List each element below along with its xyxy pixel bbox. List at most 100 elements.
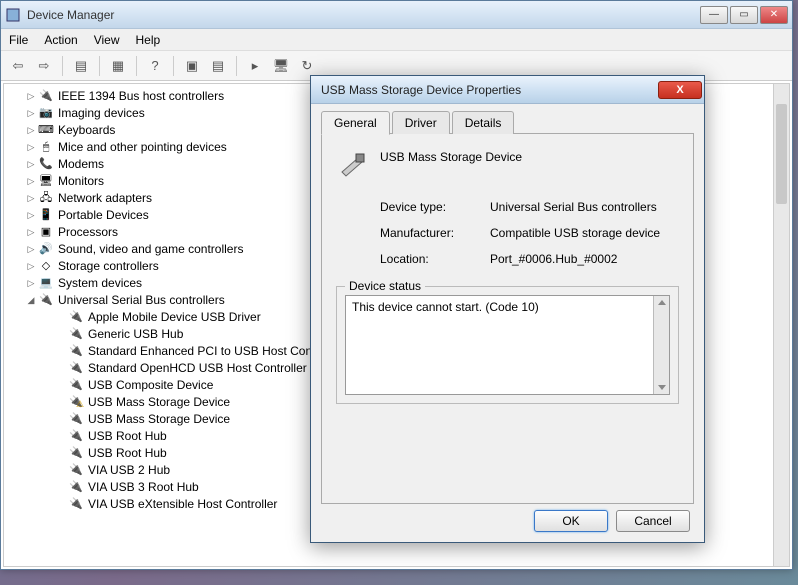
usb-connector-icon: 🔌 xyxy=(68,497,84,513)
enable-button[interactable]: ▸ xyxy=(244,55,266,77)
usb-connector-icon: 🔌 xyxy=(68,361,84,377)
tree-item-label: VIA USB 2 Hub xyxy=(88,462,170,479)
expand-arrow-icon[interactable]: ▷ xyxy=(24,122,38,139)
category-icon: ⌨ xyxy=(38,123,54,139)
tree-item-label: Standard Enhanced PCI to USB Host Contro… xyxy=(88,343,342,360)
value-location: Port_#0006.Hub_#0002 xyxy=(490,252,679,266)
device-name: USB Mass Storage Device xyxy=(380,148,522,164)
maximize-button[interactable]: ▭ xyxy=(730,6,758,24)
category-icon: 🖧 xyxy=(38,191,54,207)
dialog-body: General Driver Details USB Mass Storage … xyxy=(311,104,704,510)
uninstall-button[interactable]: 🖥 xyxy=(270,55,292,77)
tree-item-label: Processors xyxy=(58,224,118,241)
separator xyxy=(62,56,63,76)
usb-connector-icon: 🔌 xyxy=(68,310,84,326)
show-hide-tree-button[interactable]: ▤ xyxy=(70,55,92,77)
tree-item-label: USB Mass Storage Device xyxy=(88,394,230,411)
category-icon: 🔊 xyxy=(38,242,54,258)
tree-item-label: Sound, video and game controllers xyxy=(58,241,243,258)
category-icon: 📞 xyxy=(38,157,54,173)
tree-item-label: Storage controllers xyxy=(58,258,159,275)
tree-item-label: USB Composite Device xyxy=(88,377,213,394)
expand-arrow-icon[interactable]: ▷ xyxy=(24,241,38,258)
dialog-close-button[interactable]: X xyxy=(658,81,702,99)
menu-file[interactable]: File xyxy=(9,33,28,47)
properties-dialog: USB Mass Storage Device Properties X Gen… xyxy=(310,75,705,543)
menu-help[interactable]: Help xyxy=(136,33,161,47)
expand-arrow-icon[interactable]: ▷ xyxy=(24,207,38,224)
dialog-titlebar[interactable]: USB Mass Storage Device Properties X xyxy=(311,76,704,104)
category-icon: 💻 xyxy=(38,276,54,292)
separator xyxy=(99,56,100,76)
tree-item-label: USB Mass Storage Device xyxy=(88,411,230,428)
titlebar[interactable]: Device Manager — ▭ ✕ xyxy=(1,1,792,29)
usb-connector-icon: 🔌 xyxy=(68,446,84,462)
tree-item-label: VIA USB 3 Root Hub xyxy=(88,479,199,496)
dialog-title: USB Mass Storage Device Properties xyxy=(321,83,658,97)
tab-driver[interactable]: Driver xyxy=(392,111,450,134)
back-button[interactable]: ⇦ xyxy=(7,55,29,77)
category-icon: 📷 xyxy=(38,106,54,122)
tree-item-label: USB Root Hub xyxy=(88,428,167,445)
device-status-text[interactable]: This device cannot start. (Code 10) xyxy=(345,295,670,395)
menubar: File Action View Help xyxy=(1,29,792,51)
separator xyxy=(173,56,174,76)
dialog-buttons: OK Cancel xyxy=(534,510,690,532)
menu-action[interactable]: Action xyxy=(44,33,77,47)
tree-item-label: Network adapters xyxy=(58,190,152,207)
window-controls: — ▭ ✕ xyxy=(700,6,788,24)
expand-arrow-icon[interactable]: ▷ xyxy=(24,275,38,292)
tree-scrollbar[interactable] xyxy=(773,84,789,566)
ok-button[interactable]: OK xyxy=(534,510,608,532)
tree-item-label: Portable Devices xyxy=(58,207,149,224)
tree-item-label: VIA USB eXtensible Host Controller xyxy=(88,496,277,513)
device-status-group: Device status This device cannot start. … xyxy=(336,286,679,404)
tree-item-label: USB Root Hub xyxy=(88,445,167,462)
expand-arrow-icon[interactable]: ▷ xyxy=(24,139,38,156)
expand-arrow-icon[interactable]: ▷ xyxy=(24,88,38,105)
close-button[interactable]: ✕ xyxy=(760,6,788,24)
expand-arrow-icon[interactable]: ▷ xyxy=(24,224,38,241)
usb-connector-icon: 🔌 xyxy=(68,344,84,360)
status-scrollbar[interactable] xyxy=(653,296,669,394)
cancel-button[interactable]: Cancel xyxy=(616,510,690,532)
update-driver-button[interactable]: ▤ xyxy=(207,55,229,77)
expand-arrow-icon[interactable]: ▷ xyxy=(24,156,38,173)
tree-item-label: Standard OpenHCD USB Host Controller xyxy=(88,360,307,377)
usb-connector-icon: 🔌 xyxy=(68,429,84,445)
expand-arrow-icon[interactable]: ▷ xyxy=(24,173,38,190)
help-button[interactable]: ? xyxy=(144,55,166,77)
usb-connector-icon: 🔌 xyxy=(68,480,84,496)
device-status-legend: Device status xyxy=(345,279,425,293)
value-manufacturer: Compatible USB storage device xyxy=(490,226,679,240)
category-icon: 📱 xyxy=(38,208,54,224)
category-icon: 🖱 xyxy=(38,140,54,156)
refresh-button[interactable]: ↻ xyxy=(296,55,318,77)
label-device-type: Device type: xyxy=(380,200,490,214)
tree-item-label: Universal Serial Bus controllers xyxy=(58,292,225,309)
tree-item-label: Monitors xyxy=(58,173,104,190)
usb-connector-icon: 🔌 xyxy=(68,378,84,394)
tree-item-label: Modems xyxy=(58,156,104,173)
expand-arrow-icon[interactable]: ◢ xyxy=(24,292,38,309)
category-icon: ▣ xyxy=(38,225,54,241)
minimize-button[interactable]: — xyxy=(700,6,728,24)
separator xyxy=(136,56,137,76)
expand-arrow-icon[interactable]: ▷ xyxy=(24,105,38,122)
tree-item-label: Keyboards xyxy=(58,122,115,139)
expand-arrow-icon[interactable]: ▷ xyxy=(24,258,38,275)
tree-item-label: Apple Mobile Device USB Driver xyxy=(88,309,261,326)
value-device-type: Universal Serial Bus controllers xyxy=(490,200,679,214)
properties-button[interactable]: ▦ xyxy=(107,55,129,77)
usb-connector-icon: 🔌 xyxy=(68,395,84,411)
forward-button[interactable]: ⇨ xyxy=(33,55,55,77)
scan-button[interactable]: ▣ xyxy=(181,55,203,77)
category-icon: 🔌 xyxy=(38,89,54,105)
tab-general[interactable]: General xyxy=(321,111,390,135)
tab-details[interactable]: Details xyxy=(452,111,515,134)
category-icon: 🖥 xyxy=(38,174,54,190)
expand-arrow-icon[interactable]: ▷ xyxy=(24,190,38,207)
category-icon: ◇ xyxy=(38,259,54,275)
menu-view[interactable]: View xyxy=(94,33,120,47)
tree-item-label: Imaging devices xyxy=(58,105,145,122)
